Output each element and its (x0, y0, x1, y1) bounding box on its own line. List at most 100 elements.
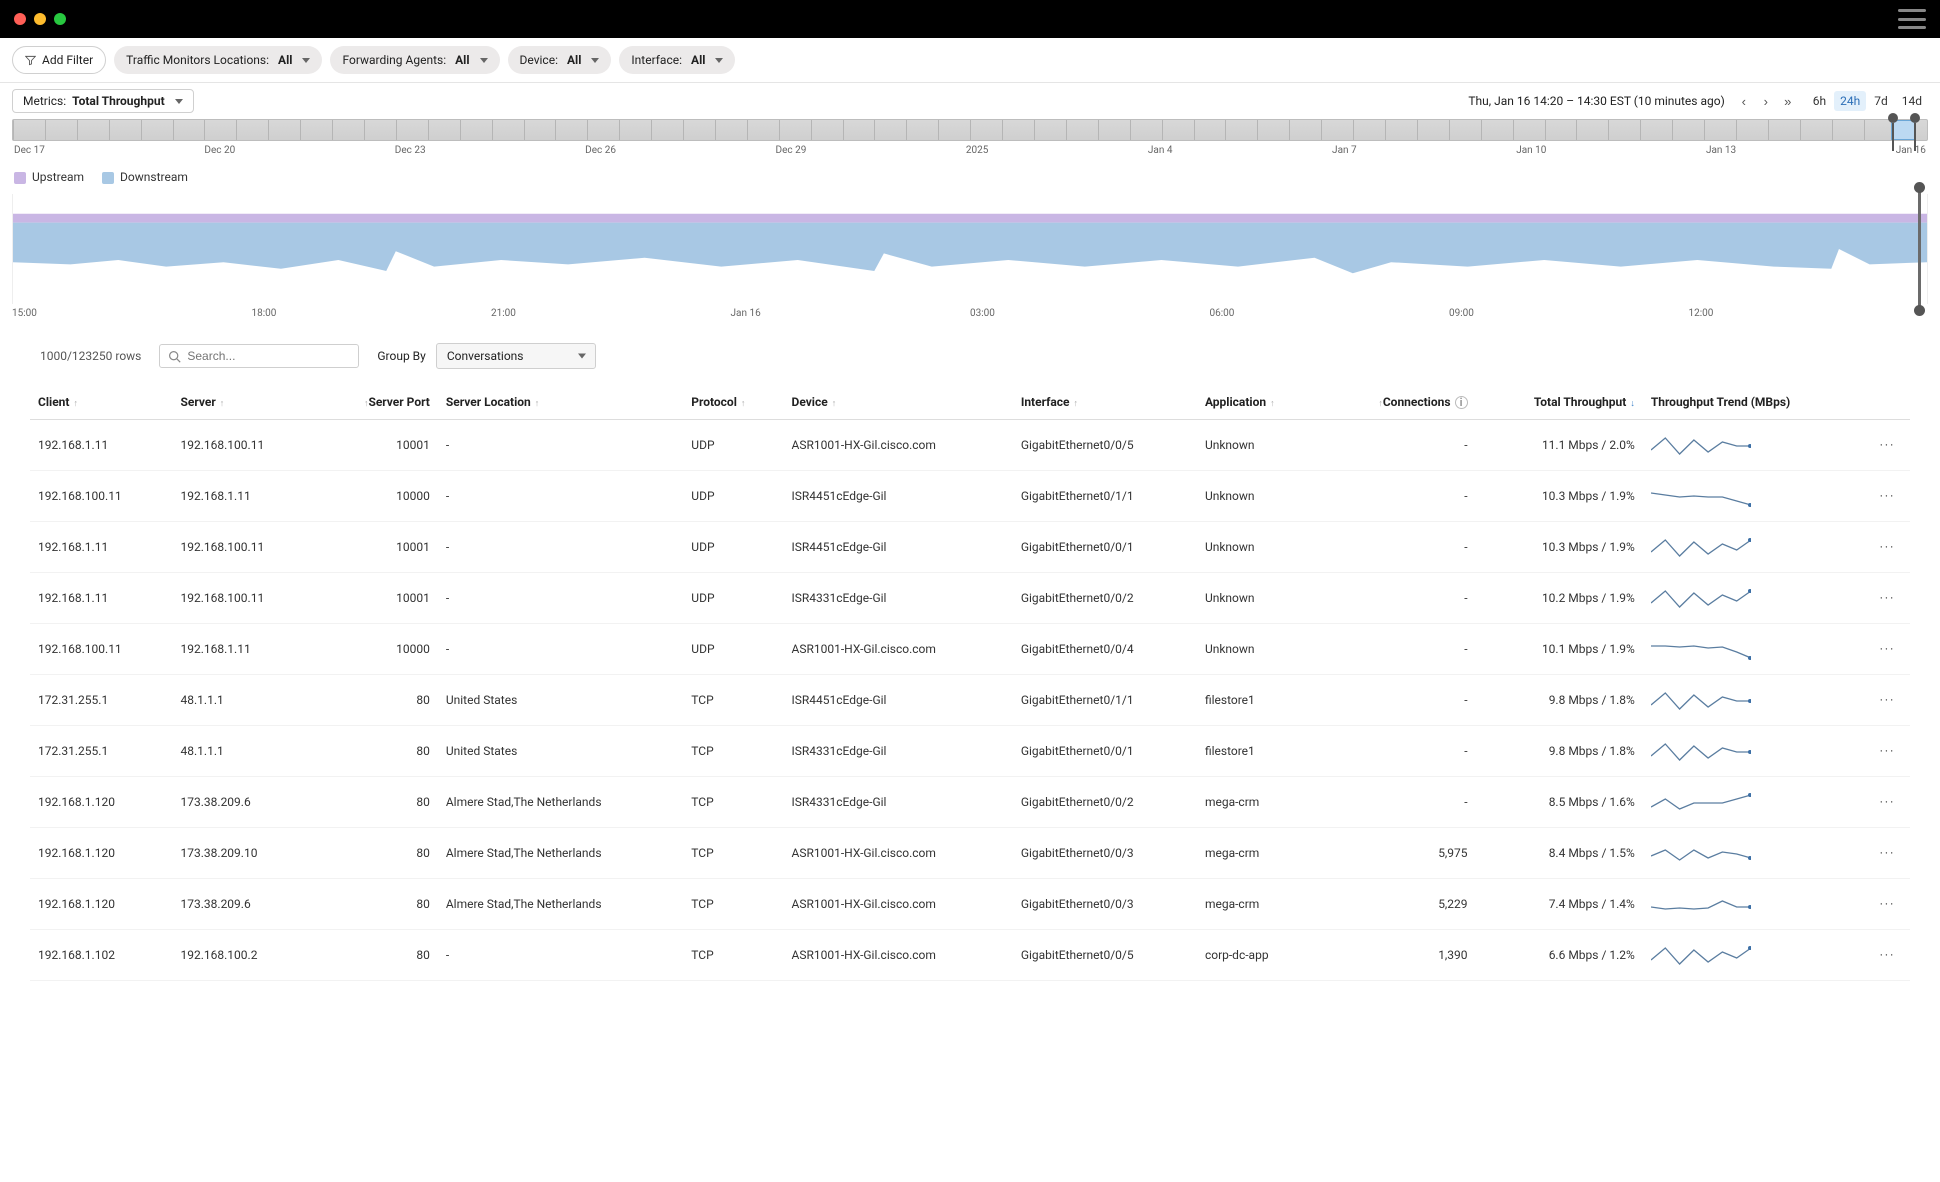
row-actions-button[interactable]: ··· (1865, 675, 1910, 726)
legend-downstream[interactable]: Downstream (102, 170, 188, 184)
cell-trend (1643, 522, 1865, 573)
time-latest-button[interactable]: » (1779, 92, 1797, 110)
table-row[interactable]: 192.168.1.11 192.168.100.11 10001 - UDP … (30, 573, 1910, 624)
filter-pill-label: Forwarding Agents: (342, 53, 446, 67)
col-device[interactable]: Device↑ (784, 385, 1013, 420)
chevron-down-icon (302, 58, 310, 63)
legend-upstream[interactable]: Upstream (14, 170, 84, 184)
row-actions-button[interactable]: ··· (1865, 879, 1910, 930)
time-tick: 09:00 (1449, 308, 1689, 319)
table-row[interactable]: 192.168.100.11 192.168.1.11 10000 - UDP … (30, 624, 1910, 675)
legend-upstream-label: Upstream (32, 170, 84, 184)
cell-client: 192.168.1.11 (30, 420, 173, 471)
row-actions-button[interactable]: ··· (1865, 777, 1910, 828)
cell-port: 80 (315, 879, 438, 930)
search-input[interactable] (159, 344, 359, 368)
search-field[interactable] (187, 349, 350, 363)
filter-pill-3[interactable]: Interface: All (619, 46, 735, 74)
col-protocol[interactable]: Protocol↑ (683, 385, 783, 420)
cell-server: 173.38.209.10 (173, 828, 316, 879)
cell-protocol: UDP (683, 573, 783, 624)
table-row[interactable]: 192.168.1.120 173.38.209.6 80 Almere Sta… (30, 777, 1910, 828)
cell-throughput: 9.8 Mbps / 1.8% (1476, 675, 1643, 726)
col-interface[interactable]: Interface↑ (1013, 385, 1197, 420)
cell-throughput: 8.4 Mbps / 1.5% (1476, 828, 1643, 879)
search-icon (168, 350, 181, 363)
col-connections[interactable]: ↑Connectionsi (1319, 385, 1475, 420)
col-total-throughput[interactable]: Total Throughput↓ (1476, 385, 1643, 420)
funnel-icon (25, 55, 36, 66)
close-window[interactable] (14, 13, 26, 25)
quick-range-24h[interactable]: 24h (1834, 91, 1866, 111)
row-actions-button[interactable]: ··· (1865, 420, 1910, 471)
ruler-handles[interactable] (1890, 113, 1918, 147)
sort-icon: ↑ (1270, 399, 1275, 409)
cell-throughput: 8.5 Mbps / 1.6% (1476, 777, 1643, 828)
table-row[interactable]: 172.31.255.1 48.1.1.1 80 United States T… (30, 675, 1910, 726)
groupby-select[interactable]: Conversations (436, 343, 596, 369)
hamburger-icon[interactable] (1898, 9, 1926, 29)
chart-scrubber[interactable] (1918, 186, 1921, 312)
filter-pill-0[interactable]: Traffic Monitors Locations: All (114, 46, 322, 74)
quick-range-6h[interactable]: 6h (1807, 91, 1832, 111)
row-actions-button[interactable]: ··· (1865, 726, 1910, 777)
table-row[interactable]: 192.168.100.11 192.168.1.11 10000 - UDP … (30, 471, 1910, 522)
cell-throughput: 10.1 Mbps / 1.9% (1476, 624, 1643, 675)
col-application[interactable]: Application↑ (1197, 385, 1319, 420)
filter-pill-value: All (455, 53, 469, 67)
table-row[interactable]: 192.168.1.120 173.38.209.6 80 Almere Sta… (30, 879, 1910, 930)
cell-port: 80 (315, 930, 438, 981)
cell-server: 192.168.100.11 (173, 420, 316, 471)
cell-application: mega-crm (1197, 828, 1319, 879)
time-next-button[interactable]: › (1757, 92, 1775, 110)
cell-device: ISR4451cEdge-Gil (784, 471, 1013, 522)
row-count: 1000/123250 rows (40, 349, 141, 363)
row-actions-button[interactable]: ··· (1865, 522, 1910, 573)
cell-interface: GigabitEthernet0/0/3 (1013, 828, 1197, 879)
groupby-control: Group By Conversations (377, 343, 595, 369)
col-server-port[interactable]: ↑Server Port (315, 385, 438, 420)
cell-client: 192.168.1.120 (30, 879, 173, 930)
table-row[interactable]: 192.168.1.11 192.168.100.11 10001 - UDP … (30, 522, 1910, 573)
date-tick: Jan 10 (1516, 145, 1546, 156)
row-actions-button[interactable]: ··· (1865, 930, 1910, 981)
filter-pill-1[interactable]: Forwarding Agents: All (330, 46, 499, 74)
cell-server: 192.168.1.11 (173, 624, 316, 675)
time-prev-button[interactable]: ‹ (1735, 92, 1753, 110)
chart-legend: Upstream Downstream (0, 160, 1940, 194)
date-tick: Dec 29 (776, 145, 807, 156)
minimize-window[interactable] (34, 13, 46, 25)
table-row[interactable]: 192.168.1.102 192.168.100.2 80 - TCP ASR… (30, 930, 1910, 981)
cell-connections: - (1319, 522, 1475, 573)
window-controls (14, 13, 66, 25)
cell-client: 172.31.255.1 (30, 726, 173, 777)
row-actions-button[interactable]: ··· (1865, 828, 1910, 879)
quick-range-7d[interactable]: 7d (1868, 91, 1894, 111)
table-row[interactable]: 192.168.1.11 192.168.100.11 10001 - UDP … (30, 420, 1910, 471)
col-client[interactable]: Client↑ (30, 385, 173, 420)
cell-connections: - (1319, 471, 1475, 522)
cell-application: mega-crm (1197, 777, 1319, 828)
date-ruler[interactable]: Dec 17Dec 20Dec 23Dec 26Dec 292025Jan 4J… (0, 119, 1940, 160)
cell-server: 173.38.209.6 (173, 777, 316, 828)
row-actions-button[interactable]: ··· (1865, 624, 1910, 675)
quick-range-14d[interactable]: 14d (1896, 91, 1928, 111)
throughput-chart[interactable] (12, 194, 1928, 304)
col-server-location[interactable]: Server Location↑ (438, 385, 683, 420)
col-trend[interactable]: Throughput Trend (MBps) (1643, 385, 1865, 420)
row-actions-button[interactable]: ··· (1865, 573, 1910, 624)
table-row[interactable]: 172.31.255.1 48.1.1.1 80 United States T… (30, 726, 1910, 777)
filter-pill-label: Device: (520, 53, 558, 67)
metrics-select[interactable]: Metrics: Total Throughput (12, 89, 194, 113)
add-filter-button[interactable]: Add Filter (12, 46, 106, 74)
cell-client: 172.31.255.1 (30, 675, 173, 726)
cell-application: corp-dc-app (1197, 930, 1319, 981)
row-actions-button[interactable]: ··· (1865, 471, 1910, 522)
cell-device: ISR4331cEdge-Gil (784, 573, 1013, 624)
filter-pill-2[interactable]: Device: All (508, 46, 612, 74)
maximize-window[interactable] (54, 13, 66, 25)
info-icon[interactable]: i (1455, 396, 1468, 409)
table-row[interactable]: 192.168.1.120 173.38.209.10 80 Almere St… (30, 828, 1910, 879)
col-server[interactable]: Server↑ (173, 385, 316, 420)
cell-port: 10001 (315, 573, 438, 624)
